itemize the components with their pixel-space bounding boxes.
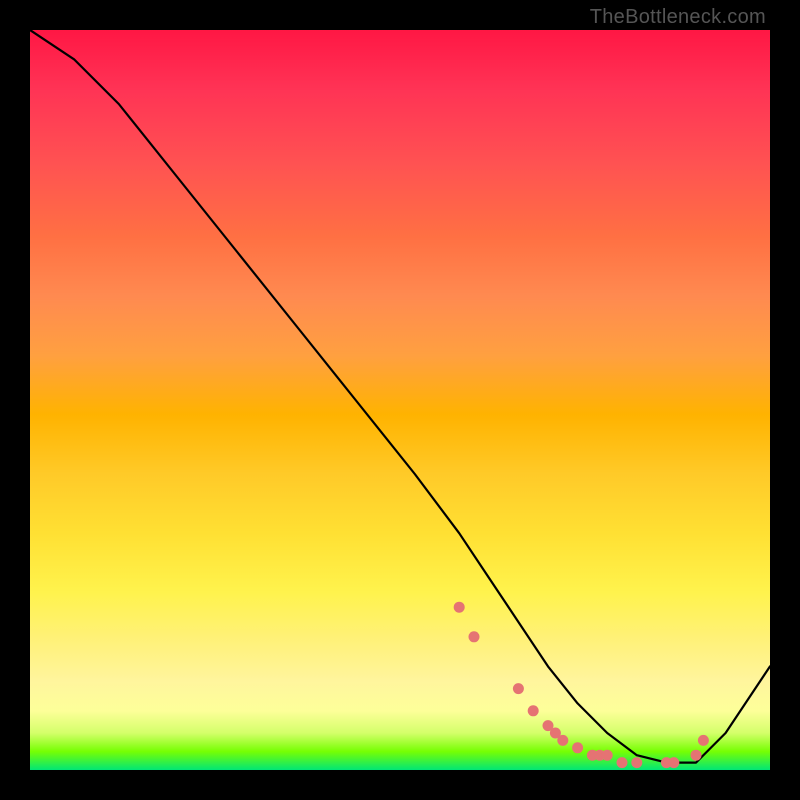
watermark-text: TheBottleneck.com: [590, 6, 766, 29]
data-point: [469, 631, 480, 642]
data-point: [668, 757, 679, 768]
data-point: [557, 735, 568, 746]
chart-overlay: [30, 30, 770, 770]
data-point: [691, 750, 702, 761]
data-point: [602, 750, 613, 761]
data-point: [528, 705, 539, 716]
data-point: [513, 683, 524, 694]
chart-frame: TheBottleneck.com: [0, 0, 800, 800]
data-points: [454, 602, 709, 768]
curve-line: [30, 30, 770, 763]
data-point: [454, 602, 465, 613]
data-point: [698, 735, 709, 746]
data-point: [617, 757, 628, 768]
data-point: [631, 757, 642, 768]
data-point: [572, 742, 583, 753]
